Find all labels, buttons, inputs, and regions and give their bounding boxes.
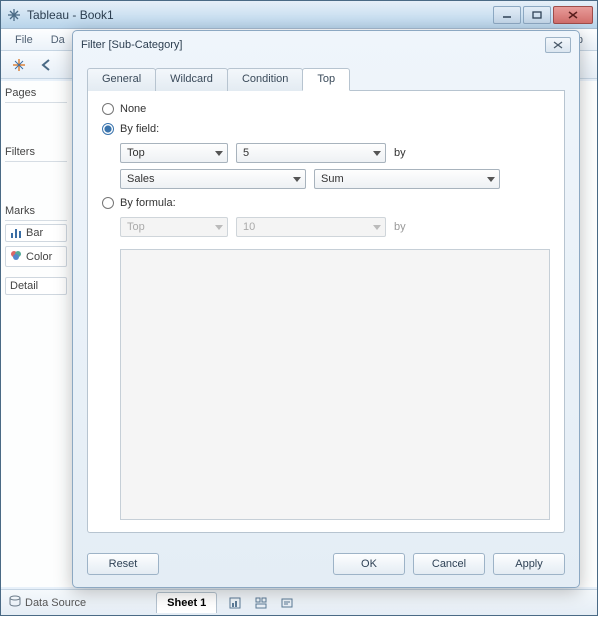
dialog-titlebar[interactable]: Filter [Sub-Category] [73, 31, 579, 59]
color-label: Color [26, 251, 52, 263]
color-card[interactable]: Color [5, 246, 67, 267]
dialog-button-row: Reset OK Cancel Apply [73, 543, 579, 587]
byfield-agg-value: Sum [321, 173, 344, 185]
new-story-icon[interactable] [279, 595, 295, 611]
byformula-count-input: 10 [236, 217, 386, 237]
detail-card[interactable]: Detail [5, 277, 67, 295]
detail-label: Detail [10, 280, 38, 292]
byformula-direction-value: Top [127, 221, 145, 233]
by-label-1: by [394, 147, 406, 159]
data-source-tab[interactable]: Data Source [9, 595, 86, 610]
filter-dialog: Filter [Sub-Category] General Wildcard C… [72, 30, 580, 588]
maximize-button[interactable] [523, 6, 551, 24]
byfield-agg-combo[interactable]: Sum [314, 169, 500, 189]
menu-da[interactable]: Da [45, 32, 71, 48]
color-icon [10, 249, 22, 264]
data-source-icon [9, 595, 21, 610]
back-icon[interactable] [35, 54, 59, 76]
side-panel: Pages Filters Marks Bar [1, 81, 71, 587]
radio-byfield-label: By field: [120, 123, 159, 135]
ok-button[interactable]: OK [333, 553, 405, 575]
mark-type-selector[interactable]: Bar [5, 224, 67, 242]
radio-byfield[interactable]: By field: [102, 123, 550, 135]
radio-none-input[interactable] [102, 103, 114, 115]
byfield-direction-combo[interactable]: Top [120, 143, 228, 163]
chevron-down-icon [215, 151, 223, 156]
radio-byformula[interactable]: By formula: [102, 197, 550, 209]
data-source-label: Data Source [25, 597, 86, 609]
radio-byfield-input[interactable] [102, 123, 114, 135]
byfield-field-value: Sales [127, 173, 155, 185]
bottom-tabs: Data Source Sheet 1 [1, 589, 597, 615]
dialog-tabs: General Wildcard Condition Top [87, 67, 565, 91]
tab-top[interactable]: Top [302, 68, 350, 91]
pages-shelf[interactable] [5, 106, 67, 134]
sheet-tab[interactable]: Sheet 1 [156, 592, 217, 613]
cancel-button[interactable]: Cancel [413, 553, 485, 575]
radio-byformula-label: By formula: [120, 197, 176, 209]
dialog-title-text: Filter [Sub-Category] [81, 39, 545, 51]
byfield-direction-value: Top [127, 147, 145, 159]
tab-top-pane: None By field: Top 5 by [87, 91, 565, 533]
byfield-count-input[interactable]: 5 [236, 143, 386, 163]
menu-file[interactable]: File [9, 32, 39, 48]
byformula-count-value: 10 [243, 221, 255, 233]
by-label-2: by [394, 221, 406, 233]
tableau-logo-icon[interactable] [7, 54, 31, 76]
app-icon [7, 8, 21, 22]
chevron-down-icon [215, 225, 223, 230]
byformula-direction-combo: Top [120, 217, 228, 237]
minimize-button[interactable] [493, 6, 521, 24]
tab-general[interactable]: General [87, 68, 156, 91]
radio-byformula-input[interactable] [102, 197, 114, 209]
reset-button[interactable]: Reset [87, 553, 159, 575]
main-titlebar[interactable]: Tableau - Book1 [1, 1, 597, 29]
dialog-close-button[interactable] [545, 37, 571, 53]
radio-none[interactable]: None [102, 103, 550, 115]
byfield-field-combo[interactable]: Sales [120, 169, 306, 189]
tab-wildcard[interactable]: Wildcard [155, 68, 228, 91]
apply-button[interactable]: Apply [493, 553, 565, 575]
pages-shelf-label: Pages [5, 87, 67, 103]
new-worksheet-icon[interactable] [227, 595, 243, 611]
chevron-down-icon [293, 177, 301, 182]
radio-none-label: None [120, 103, 146, 115]
formula-textarea [120, 249, 550, 520]
chevron-down-icon [373, 151, 381, 156]
close-button[interactable] [553, 6, 593, 24]
filters-shelf[interactable] [5, 165, 67, 193]
chevron-down-icon [487, 177, 495, 182]
chevron-down-icon [373, 225, 381, 230]
window-title: Tableau - Book1 [27, 8, 493, 22]
byfield-count-value: 5 [243, 147, 249, 159]
new-dashboard-icon[interactable] [253, 595, 269, 611]
bar-chart-icon [10, 227, 22, 239]
tab-condition[interactable]: Condition [227, 68, 303, 91]
marks-label: Marks [5, 205, 67, 221]
mark-type-text: Bar [26, 227, 43, 239]
filters-shelf-label: Filters [5, 146, 67, 162]
